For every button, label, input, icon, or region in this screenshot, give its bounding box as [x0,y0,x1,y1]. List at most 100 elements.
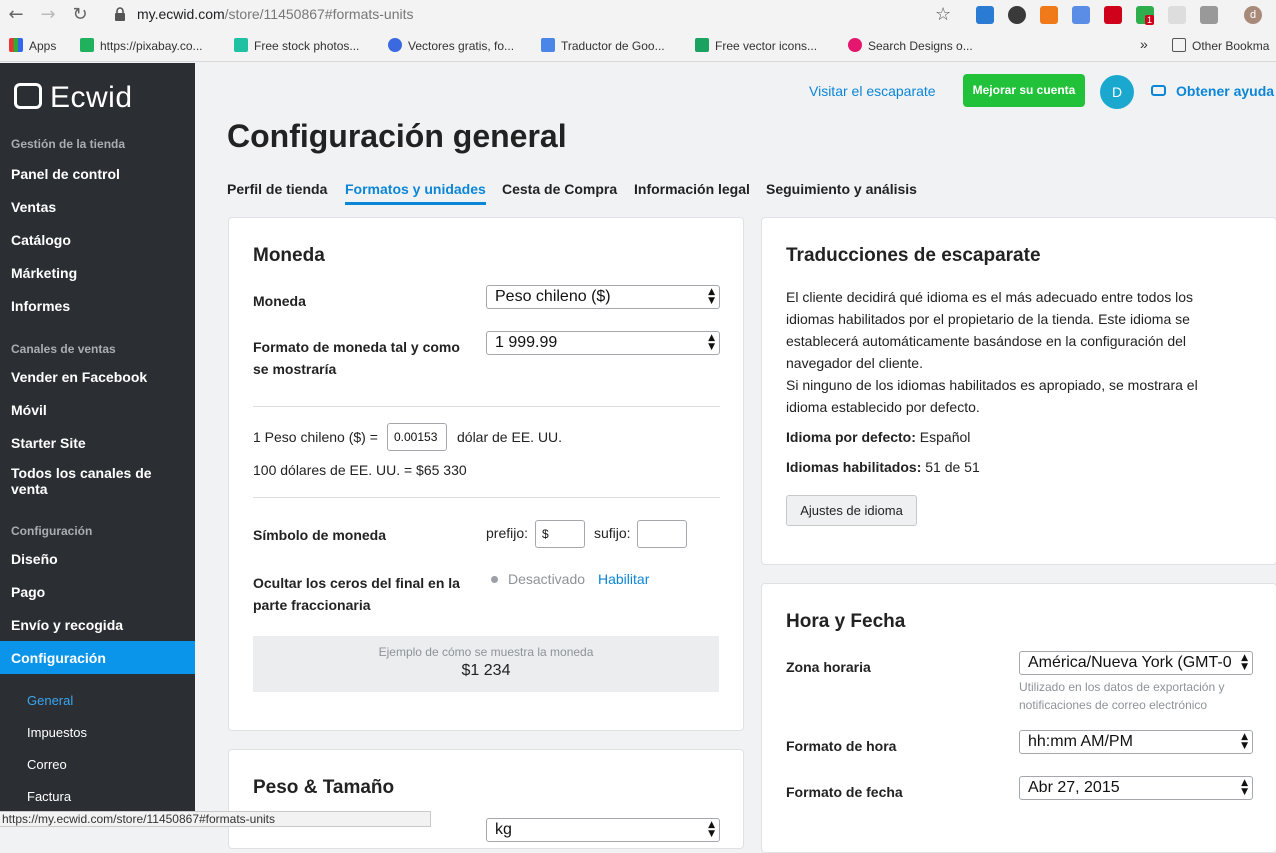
currency-format-label: Formato de moneda tal y como se mostrarí… [253,339,460,377]
datetime-title: Hora y Fecha [786,611,906,632]
status-bar-url: https://my.ecwid.com/store/11450867#form… [0,811,431,827]
bookmark-item[interactable]: Free stock photos... [234,38,359,53]
rate-prefix: 1 Peso chileno ($) = [253,429,378,445]
bookmark-icon [695,38,709,52]
bookmark-star-icon[interactable]: ☆ [935,4,951,25]
extension-icon[interactable] [976,6,994,24]
sidebar-item-payment[interactable]: Pago [11,584,45,600]
exchange-rate-input[interactable]: 0.00153 [387,423,447,451]
weight-title: Peso & Tamaño [253,777,395,798]
timezone-select[interactable]: América/Nueva York (GMT-0 ▲ ▼ [1019,651,1253,675]
bookmark-icon [388,38,402,52]
tab-legal[interactable]: Información legal [634,181,750,197]
example-caption: Ejemplo de cómo se muestra la moneda [378,645,594,659]
divider [253,497,720,498]
sidebar-item-mobile[interactable]: Móvil [11,402,47,418]
select-arrows-icon: ▲ ▼ [1241,732,1248,751]
sidebar-subitem-taxes[interactable]: Impuestos [27,725,87,740]
sidebar-item-all-channels[interactable]: Todos los canales de venta [11,465,171,497]
main-content: Visitar el escaparate Mejorar su cuenta … [195,63,1276,853]
extension-icon[interactable] [1168,6,1186,24]
extension-icon[interactable] [1104,6,1122,24]
sidebar-item-settings[interactable]: Configuración [11,650,106,666]
translations-description-2: Si ninguno de los idiomas habilitados es… [786,377,1198,415]
reload-icon[interactable]: ↻ [68,3,92,27]
language-settings-button[interactable]: Ajustes de idioma [786,495,917,526]
bookmark-item[interactable]: Traductor de Goo... [541,38,665,53]
bookmark-item[interactable]: Vectores gratis, fo... [388,38,514,53]
bookmark-item[interactable]: Search Designs o... [848,38,973,53]
select-arrows-icon: ▲ ▼ [708,287,715,306]
default-language: Idioma por defecto: Español [786,429,971,445]
hide-zeros-enable-link[interactable]: Habilitar [598,568,649,590]
bookmark-item[interactable]: https://pixabay.co... [80,38,203,53]
google-translate-icon [541,38,555,52]
sidebar: Ecwid Gestión de la tienda Panel de cont… [0,63,195,827]
upgrade-button[interactable]: Mejorar su cuenta [963,74,1085,107]
select-arrows-icon: ▲ ▼ [708,820,715,839]
date-format-label: Formato de fecha [786,784,903,800]
select-arrows-icon: ▲ ▼ [708,333,715,352]
translations-card: Traducciones de escaparate El cliente de… [761,217,1276,565]
profile-avatar[interactable]: d [1244,6,1262,24]
bookmark-item[interactable]: Free vector icons... [695,38,817,53]
timezone-hint: Utilizado en los datos de exportación y … [1019,680,1225,712]
date-format-select[interactable]: Abr 27, 2015 ▲ ▼ [1019,776,1253,800]
sidebar-item-facebook[interactable]: Vender en Facebook [11,369,147,385]
weight-unit-select[interactable]: kg ▲ ▼ [486,818,720,842]
sidebar-item-sales[interactable]: Ventas [11,199,56,215]
tab-formats-units[interactable]: Formatos y unidades [345,181,486,205]
sidebar-subitem-invoice[interactable]: Factura [27,789,71,804]
folder-icon [1172,38,1186,52]
extension-badge: 1 [1145,15,1155,25]
currency-title: Moneda [253,245,325,266]
currency-select[interactable]: Peso chileno ($) ▲ ▼ [486,285,720,309]
sidebar-item-reports[interactable]: Informes [11,298,70,314]
bookmark-folder[interactable]: Other Bookma [1172,38,1269,53]
tab-tracking[interactable]: Seguimiento y análisis [766,181,917,197]
tab-store-profile[interactable]: Perfil de tienda [227,181,327,197]
sidebar-item-shipping[interactable]: Envío y recogida [11,617,123,633]
extension-icon[interactable] [1200,6,1218,24]
apps-grid-icon [9,38,23,52]
ecwid-logo[interactable]: Ecwid [14,81,133,115]
datetime-card: Hora y Fecha Zona horaria América/Nueva … [761,583,1276,853]
extension-icon[interactable]: 1 [1136,6,1155,25]
weight-card: Peso & Tamaño kg ▲ ▼ [228,749,744,849]
sidebar-section-title: Gestión de la tienda [11,137,126,151]
suffix-label: sufijo: [594,525,631,541]
bookmark-icon [848,38,862,52]
time-format-select[interactable]: hh:mm AM/PM ▲ ▼ [1019,730,1253,754]
bookmark-apps[interactable]: Apps [9,38,56,53]
sidebar-subitem-mail[interactable]: Correo [27,757,67,772]
extension-icon[interactable] [1072,6,1090,24]
extension-icon[interactable] [1040,6,1058,24]
chat-help-icon[interactable] [1151,85,1166,96]
sidebar-item-catalog[interactable]: Catálogo [11,232,71,248]
visit-store-link[interactable]: Visitar el escaparate [809,83,936,99]
tab-cart[interactable]: Cesta de Compra [502,181,617,197]
extension-icon[interactable] [1008,6,1026,24]
rate-example: 100 dólares de EE. UU. = $65 330 [253,462,467,478]
back-icon[interactable]: ← [4,3,28,27]
sidebar-item-marketing[interactable]: Márketing [11,265,77,281]
bookmarks-overflow[interactable]: » [1140,36,1148,52]
sidebar-item-dashboard[interactable]: Panel de control [11,166,120,182]
currency-format-select[interactable]: 1 999.99 ▲ ▼ [486,331,720,355]
currency-symbol-label: Símbolo de moneda [253,527,387,543]
sidebar-subitem-general[interactable]: General [27,693,73,708]
prefix-input[interactable]: $ [535,520,585,548]
forward-icon[interactable]: → [36,3,60,27]
time-format-label: Formato de hora [786,738,897,754]
url-path: /store/11450867#formats-units [224,6,414,22]
select-arrows-icon: ▲ ▼ [1241,778,1248,797]
select-arrows-icon: ▲ ▼ [1241,653,1248,672]
lock-icon [115,7,125,21]
user-avatar[interactable]: D [1100,75,1134,109]
sidebar-item-design[interactable]: Diseño [11,551,58,567]
help-link[interactable]: Obtener ayuda [1176,83,1274,99]
suffix-input[interactable] [637,520,687,548]
url-bar[interactable]: my.ecwid.com/store/11450867#formats-unit… [137,6,414,22]
hide-zeros-label: Ocultar los ceros del final en la parte … [253,575,460,613]
sidebar-item-starter-site[interactable]: Starter Site [11,435,86,451]
